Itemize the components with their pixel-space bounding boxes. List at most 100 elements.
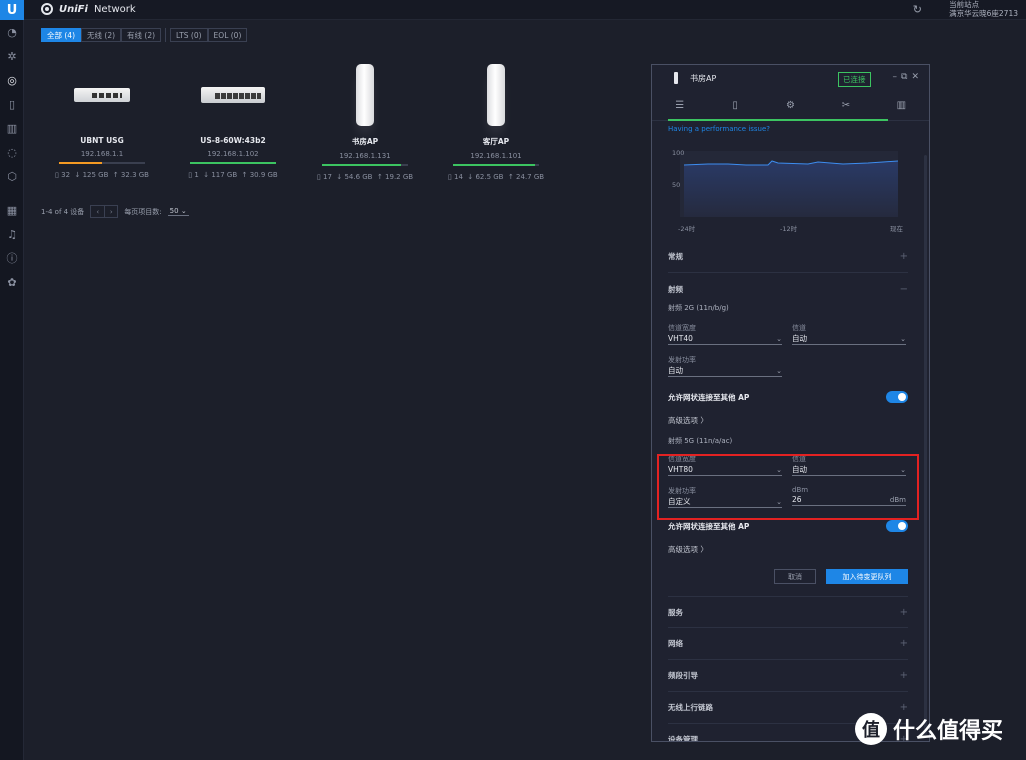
- advanced-options-5g[interactable]: 高级选项 〉: [668, 544, 908, 555]
- channel-utilization-chart: 100 50 -24时 -12时 现在: [668, 137, 908, 235]
- filter-wired[interactable]: 有线 (2): [121, 28, 162, 42]
- device-card[interactable]: 书房AP 192.168.1.131 ▯ 17 ↓ 54.6 GB ↑ 19.2…: [310, 60, 420, 190]
- mesh-label-5g: 允许网状连接至其他 AP: [668, 521, 750, 531]
- status-badge: 已连接: [838, 72, 871, 87]
- channel-2g[interactable]: 信道 自动 ⌄: [792, 323, 906, 345]
- upload-stat: ↑ 30.9 GB: [241, 171, 278, 179]
- performance-link[interactable]: Having a performance issue?: [668, 125, 908, 133]
- watermark: 值 什么值得买: [855, 713, 1003, 745]
- x-tick-left: -24时: [678, 225, 696, 233]
- ubiquiti-logo[interactable]: U: [0, 0, 24, 20]
- settings-icon[interactable]: ✿: [0, 270, 24, 294]
- page-range: 1-4 of 4 设备: [41, 207, 85, 216]
- site-label: 当前站点: [949, 0, 980, 9]
- section-radio[interactable]: 射频 −: [668, 273, 908, 305]
- watermark-text: 什么值得买: [893, 719, 1004, 744]
- ap-icon: [674, 72, 678, 84]
- highlight-box: [657, 454, 919, 520]
- y-tick-50: 50: [672, 181, 681, 189]
- y-tick-100: 100: [672, 149, 685, 157]
- filter-eol[interactable]: EOL (0): [207, 28, 248, 42]
- device-image-ap: [441, 60, 551, 130]
- panel-title: 书房AP: [690, 74, 717, 83]
- device-image-ap: [310, 60, 420, 130]
- tab-config[interactable]: ⚙: [763, 91, 818, 120]
- filter-wireless[interactable]: 无线 (2): [81, 28, 122, 42]
- tab-tools[interactable]: ✂: [818, 91, 873, 120]
- clients-icon: ▯: [447, 173, 452, 181]
- refresh-icon[interactable]: ↻: [913, 3, 922, 16]
- device-status-bar: [190, 162, 276, 164]
- site-selector[interactable]: 当前站点 满京华云晓6座2713: [949, 0, 1018, 18]
- clients-icon: ▯: [316, 173, 321, 181]
- expand-icon: +: [899, 702, 908, 713]
- section-band-steering[interactable]: 频段引导 +: [668, 660, 908, 692]
- x-tick-right: 现在: [890, 225, 903, 233]
- download-stat: ↓ 125 GB: [74, 171, 109, 179]
- client-count: 32: [61, 171, 71, 179]
- tab-details[interactable]: ☰: [652, 91, 707, 120]
- device-name: 书房AP: [351, 137, 379, 146]
- panel-scrollbar[interactable]: [924, 155, 927, 735]
- bell-icon[interactable]: ♫: [0, 222, 24, 246]
- per-page-select[interactable]: 50 ⌄: [167, 207, 189, 216]
- device-card[interactable]: 客厅AP 192.168.1.101 ▯ 14 ↓ 62.5 GB ↑ 24.7…: [441, 60, 551, 190]
- stats-icon[interactable]: ▥: [0, 116, 24, 140]
- shield-icon[interactable]: ⬡: [0, 164, 24, 188]
- chevron-down-icon: ⌄: [776, 366, 782, 375]
- next-page-button[interactable]: ›: [104, 206, 117, 217]
- advanced-options-2g[interactable]: 高级选项 〉: [668, 415, 908, 426]
- popout-icon[interactable]: ⧉: [901, 72, 907, 82]
- per-page-label: 每页项目数:: [124, 207, 162, 216]
- device-image-switch: [178, 60, 288, 130]
- prev-page-button[interactable]: ‹: [91, 206, 104, 217]
- clients-icon[interactable]: ▯: [0, 92, 24, 116]
- clients-icon: ▯: [188, 171, 193, 179]
- client-count: 1: [194, 171, 199, 179]
- help-icon[interactable]: ⓘ: [0, 246, 24, 270]
- tab-clients[interactable]: ▯: [707, 91, 762, 120]
- site-name: 满京华云晓6座2713: [949, 9, 1018, 18]
- mesh-toggle-2g[interactable]: [886, 391, 908, 403]
- list-icon: ☰: [675, 100, 685, 111]
- device-detail-panel: 书房AP 已连接 – ⧉ ✕ ☰ ▯ ⚙ ✂ ▥ Having a perfor…: [651, 64, 930, 742]
- device-card[interactable]: UBNT USG 192.168.1.1 ▯ 32 ↓ 125 GB ↑ 32.…: [47, 60, 157, 190]
- devices-icon[interactable]: ◎: [0, 68, 24, 92]
- close-icon[interactable]: ✕: [911, 72, 919, 82]
- dashboard-icon[interactable]: ◔: [0, 20, 24, 44]
- channel-width-2g[interactable]: 信道宽度 VHT40 ⌄: [668, 323, 782, 345]
- queue-changes-button[interactable]: 加入待变更队列: [826, 569, 908, 584]
- collapse-icon: −: [899, 283, 908, 295]
- filter-lts[interactable]: LTS (0): [170, 28, 208, 42]
- device-stats: ▯ 1 ↓ 117 GB ↑ 30.9 GB: [178, 171, 288, 179]
- device-stats: ▯ 14 ↓ 62.5 GB ↑ 24.7 GB: [441, 173, 551, 181]
- section-services[interactable]: 服务 +: [668, 596, 908, 628]
- upload-stat: ↑ 32.3 GB: [112, 171, 149, 179]
- device-name: 客厅AP: [482, 137, 510, 146]
- pagination: 1-4 of 4 设备 ‹ › 每页项目数: 50 ⌄: [41, 205, 189, 218]
- tx-power-2g[interactable]: 发射功率 自动 ⌄: [668, 355, 782, 377]
- calendar-icon[interactable]: ▦: [0, 198, 24, 222]
- insights-icon[interactable]: ◌: [0, 140, 24, 164]
- mesh-toggle-5g[interactable]: [886, 520, 908, 532]
- app-brand: UniFi Network: [41, 3, 136, 15]
- minimize-icon[interactable]: –: [893, 72, 898, 82]
- cancel-button[interactable]: 取消: [774, 569, 816, 584]
- download-stat: ↓ 62.5 GB: [467, 173, 504, 181]
- section-general[interactable]: 常规 +: [668, 241, 908, 273]
- section-network[interactable]: 网络 +: [668, 628, 908, 660]
- tools-icon: ✂: [841, 100, 851, 111]
- download-stat: ↓ 117 GB: [203, 171, 238, 179]
- device-card[interactable]: US-8-60W:43b2 192.168.1.102 ▯ 1 ↓ 117 GB…: [178, 60, 288, 190]
- client-count: 14: [453, 173, 463, 181]
- filter-all[interactable]: 全部 (4): [41, 28, 82, 42]
- topology-icon[interactable]: ✲: [0, 44, 24, 68]
- device-filters: 全部 (4) 无线 (2) 有线 (2) LTS (0) EOL (0): [41, 28, 248, 42]
- tab-stats[interactable]: ▥: [874, 91, 929, 120]
- device-name: UBNT USG: [80, 136, 124, 145]
- x-tick-mid: -12时: [780, 225, 798, 233]
- clients-icon: ▯: [55, 171, 59, 179]
- watermark-logo-icon: 值: [855, 713, 887, 745]
- radio-5g-title: 射频 5G (11n/a/ac): [668, 437, 733, 445]
- utilization-area: [684, 161, 898, 217]
